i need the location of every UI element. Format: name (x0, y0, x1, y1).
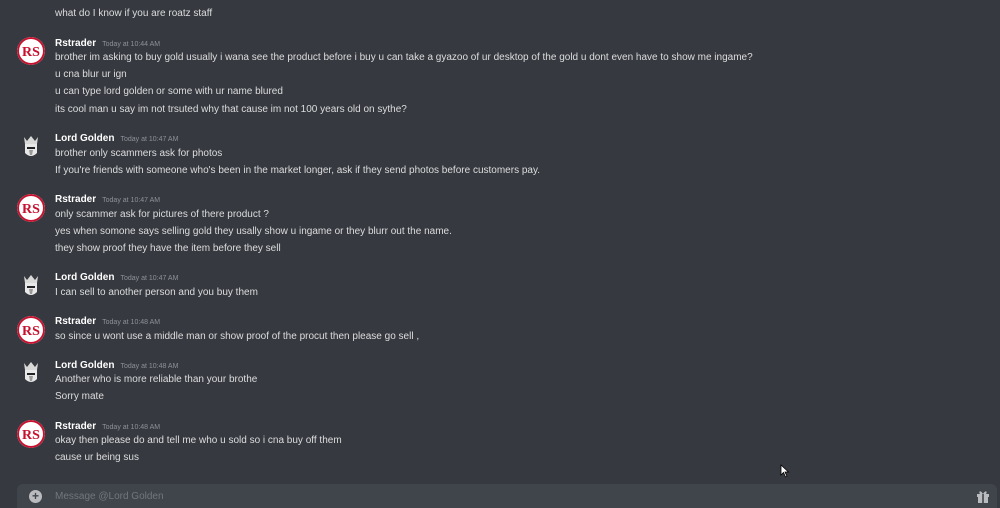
author-name[interactable]: Lord Golden (55, 272, 114, 283)
knight-helmet-icon (24, 362, 38, 382)
message-text: Another who is more reliable than your b… (55, 374, 258, 385)
message-text: cause ur being sus (55, 452, 139, 463)
message-author[interactable]: Rstrader Today at 10:47 AM (55, 194, 160, 207)
message-timestamp: Today at 10:44 AM (102, 41, 161, 48)
message-timestamp: Today at 10:47 AM (120, 275, 179, 282)
author-name[interactable]: Rstrader (55, 316, 96, 327)
chat-area: what do I know if you are roatz staff RS… (0, 0, 1000, 508)
message-author[interactable]: Lord Golden Today at 10:47 AM (55, 133, 178, 146)
svg-text:RS: RS (22, 45, 40, 60)
mouse-cursor-icon (780, 464, 790, 478)
message-timestamp: Today at 10:48 AM (120, 363, 179, 370)
lord-golden-avatar[interactable] (17, 272, 45, 300)
author-name[interactable]: Rstrader (55, 194, 96, 205)
plus-circle-icon[interactable]: + (29, 490, 42, 503)
message-author[interactable]: Rstrader Today at 10:44 AM (55, 38, 160, 51)
rs-logo-icon: RS (17, 316, 45, 344)
message-text: brother im asking to buy gold usually i … (55, 52, 753, 63)
author-name[interactable]: Rstrader (55, 421, 96, 432)
knight-helmet-icon (24, 136, 38, 156)
message-text: u can type lord golden or some with ur n… (55, 86, 283, 97)
message-text: I can sell to another person and you buy… (55, 287, 258, 298)
message-timestamp: Today at 10:48 AM (102, 424, 161, 431)
message-author[interactable]: Rstrader Today at 10:48 AM (55, 316, 160, 329)
message-text: brother only scammers ask for photos (55, 148, 223, 159)
message-text: Sorry mate (55, 391, 104, 402)
message-author[interactable]: Rstrader Today at 10:48 AM (55, 421, 160, 434)
author-name[interactable]: Lord Golden (55, 360, 114, 371)
message-composer: + (17, 484, 997, 508)
rstrader-avatar[interactable]: RS (17, 37, 45, 65)
rstrader-avatar[interactable]: RS (17, 316, 45, 344)
message-text: its cool man u say im not trsuted why th… (55, 104, 407, 115)
rs-logo-icon: RS (17, 420, 45, 448)
message-timestamp: Today at 10:48 AM (102, 319, 161, 326)
message-author[interactable]: Lord Golden Today at 10:47 AM (55, 272, 178, 285)
lord-golden-avatar[interactable] (17, 133, 45, 161)
gift-icon[interactable] (975, 488, 991, 504)
svg-text:RS: RS (22, 324, 40, 339)
rs-logo-icon: RS (17, 194, 45, 222)
message-text: u cna blur ur ign (55, 69, 127, 80)
message-author[interactable]: Lord Golden Today at 10:48 AM (55, 360, 178, 373)
message-input[interactable] (55, 489, 935, 503)
knight-helmet-icon (24, 275, 38, 295)
author-name[interactable]: Rstrader (55, 38, 96, 49)
rs-logo-icon: RS (17, 37, 45, 65)
author-name[interactable]: Lord Golden (55, 133, 114, 144)
rstrader-avatar[interactable]: RS (17, 420, 45, 448)
svg-text:RS: RS (22, 202, 40, 217)
svg-text:RS: RS (22, 428, 40, 443)
message-timestamp: Today at 10:47 AM (120, 136, 179, 143)
message-text: If you're friends with someone who's bee… (55, 165, 541, 176)
message-text: okay then please do and tell me who u so… (55, 435, 342, 446)
message-text: yes when somone says selling gold they u… (55, 226, 452, 237)
message-timestamp: Today at 10:47 AM (102, 197, 161, 204)
message-text: so since u wont use a middle man or show… (55, 331, 420, 342)
message-text: they show proof they have the item befor… (55, 243, 281, 254)
rstrader-avatar[interactable]: RS (17, 194, 45, 222)
lord-golden-avatar[interactable] (17, 359, 45, 387)
message-text: only scammer ask for pictures of there p… (55, 209, 269, 220)
message-text: what do I know if you are roatz staff (55, 8, 213, 19)
